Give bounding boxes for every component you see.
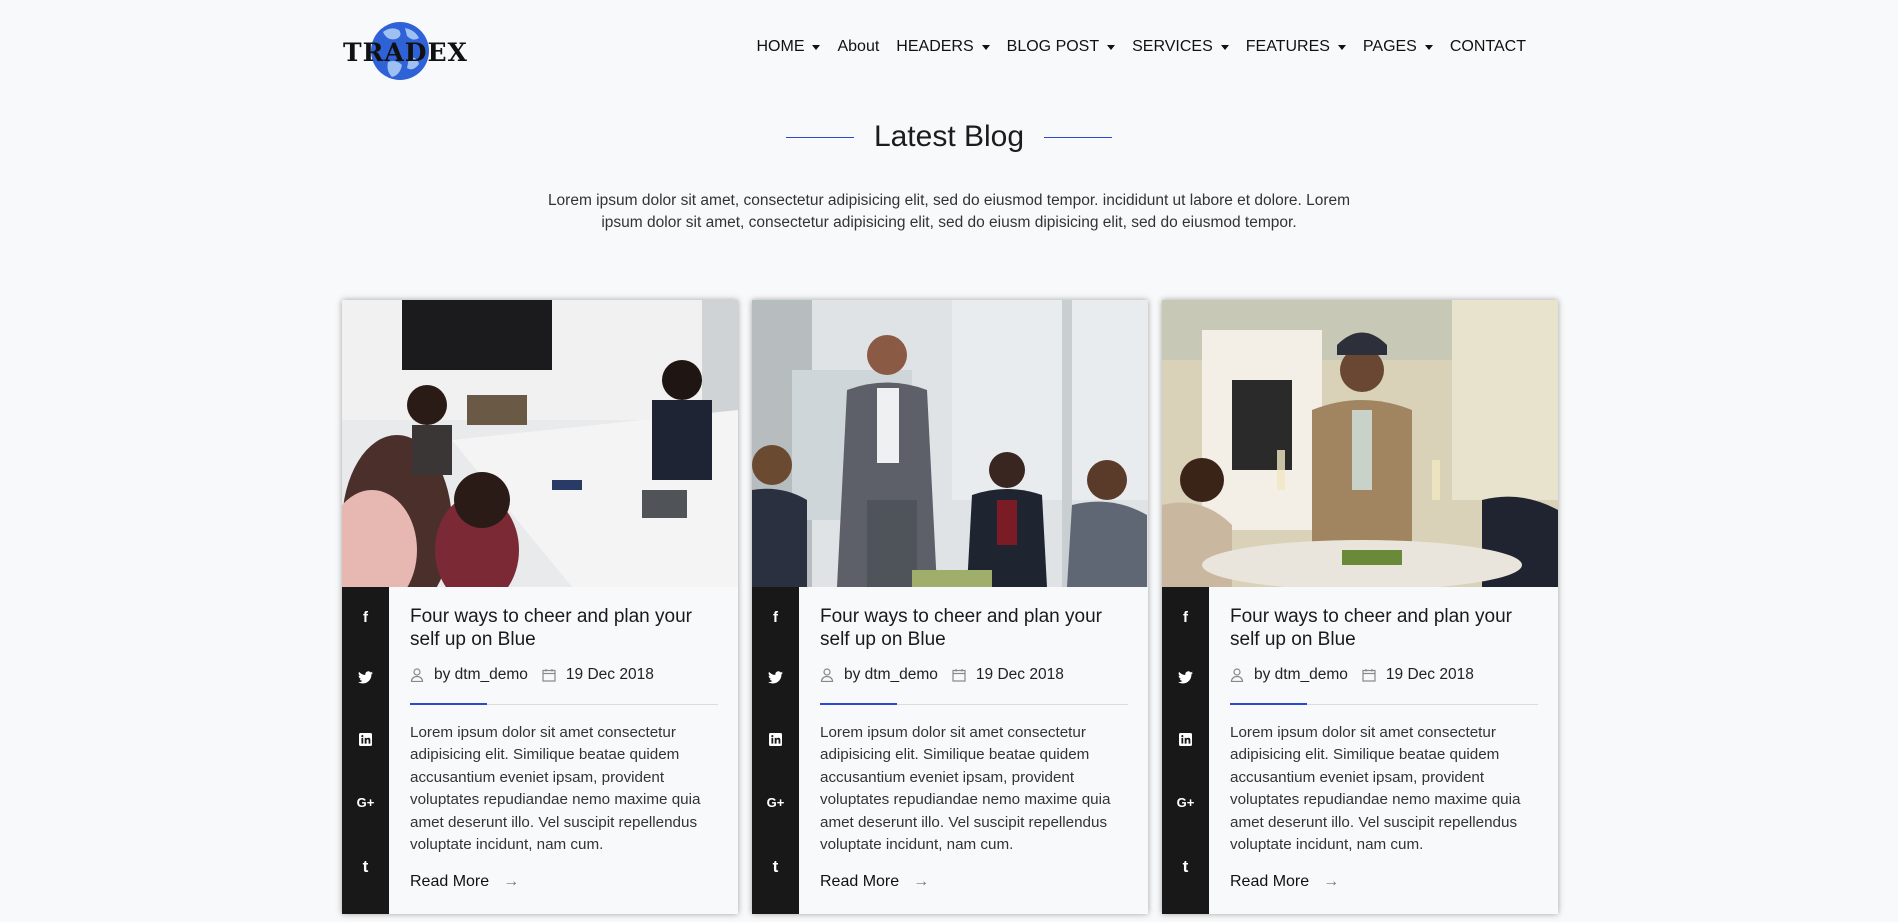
presenter-office-photo <box>752 300 1148 587</box>
heading-divider-right <box>1044 136 1113 138</box>
post-author[interactable]: by dtm_demo <box>434 666 528 684</box>
chevron-down-icon <box>812 45 821 50</box>
facebook-icon[interactable]: f <box>342 609 389 626</box>
tumblr-icon[interactable]: t <box>1162 857 1209 877</box>
nav-blog-post-label: BLOG POST <box>1006 38 1100 55</box>
user-icon <box>410 668 424 682</box>
nav-headers-label: HEADERS <box>896 38 974 55</box>
user-icon <box>1230 668 1244 682</box>
user-icon <box>820 668 834 682</box>
blog-card: f G+ t Four ways to cheer and plan your … <box>752 300 1148 914</box>
post-date: 19 Dec 2018 <box>565 666 654 683</box>
nav-features[interactable]: FEATURES <box>1246 38 1346 56</box>
linkedin-icon[interactable] <box>1162 733 1209 750</box>
chevron-down-icon <box>1220 45 1229 50</box>
logo-text: TRADEX <box>343 38 468 67</box>
post-excerpt: Lorem ipsum dolor sit amet consectetur a… <box>1230 724 1521 854</box>
chevron-down-icon <box>1107 45 1116 50</box>
google-plus-icon[interactable]: G+ <box>342 795 389 810</box>
linkedin-icon[interactable] <box>752 733 799 750</box>
blog-card: f G+ t Four ways to cheer and plan your … <box>1162 300 1558 914</box>
meta-divider-accent <box>1230 703 1307 705</box>
calendar-icon <box>952 669 966 682</box>
calendar-icon <box>1362 669 1376 682</box>
post-title[interactable]: Four ways to cheer and plan your self up… <box>820 605 1128 651</box>
nav-about[interactable]: About <box>837 38 879 56</box>
meta-divider-accent <box>410 703 487 705</box>
post-image[interactable] <box>342 300 738 587</box>
post-title[interactable]: Four ways to cheer and plan your self up… <box>1230 605 1538 651</box>
celebration-toast-photo <box>1162 300 1558 587</box>
post-excerpt: Lorem ipsum dolor sit amet consectetur a… <box>410 724 701 854</box>
read-more-link[interactable]: Read More → <box>1230 873 1339 891</box>
nav-pages[interactable]: PAGES <box>1363 38 1433 56</box>
section-title: Latest Blog <box>873 120 1025 153</box>
tumblr-icon[interactable]: t <box>342 857 389 877</box>
arrow-right-icon: → <box>913 873 930 890</box>
chevron-down-icon <box>1337 45 1346 50</box>
nav-about-label: About <box>837 38 880 55</box>
blog-card-list: f G+ t Four ways to cheer and plan your … <box>342 300 1558 914</box>
social-share-bar: f G+ t <box>342 587 389 914</box>
post-meta: by dtm_demo 19 Dec 2018 <box>820 666 1064 684</box>
post-image[interactable] <box>1162 300 1558 587</box>
chevron-down-icon <box>1424 45 1433 50</box>
twitter-icon[interactable] <box>752 671 799 688</box>
nav-home-label: HOME <box>756 38 805 55</box>
social-share-bar: f G+ t <box>1162 587 1209 914</box>
nav-headers[interactable]: HEADERS <box>896 38 990 56</box>
nav-services[interactable]: SERVICES <box>1132 38 1229 56</box>
calendar-icon <box>542 669 556 682</box>
team-meeting-photo <box>342 300 738 587</box>
post-title[interactable]: Four ways to cheer and plan your self up… <box>410 605 718 651</box>
chevron-down-icon <box>981 45 990 50</box>
arrow-right-icon: → <box>503 873 520 890</box>
post-meta: by dtm_demo 19 Dec 2018 <box>410 666 654 684</box>
nav-pages-label: PAGES <box>1362 38 1417 55</box>
twitter-icon[interactable] <box>342 671 389 688</box>
nav-contact-label: CONTACT <box>1449 38 1526 55</box>
brand-logo[interactable]: TRADEX <box>343 20 468 82</box>
nav-features-label: FEATURES <box>1245 38 1330 55</box>
post-date: 19 Dec 2018 <box>975 666 1064 683</box>
google-plus-icon[interactable]: G+ <box>1162 795 1209 810</box>
section-heading: Latest Blog <box>0 120 1898 154</box>
blog-card: f G+ t Four ways to cheer and plan your … <box>342 300 738 914</box>
nav-contact[interactable]: CONTACT <box>1450 38 1526 56</box>
nav-services-label: SERVICES <box>1132 38 1213 55</box>
linkedin-icon[interactable] <box>342 733 389 750</box>
read-more-label: Read More <box>410 873 490 890</box>
tumblr-icon[interactable]: t <box>752 857 799 877</box>
post-meta: by dtm_demo 19 Dec 2018 <box>1230 666 1474 684</box>
facebook-icon[interactable]: f <box>1162 609 1209 626</box>
nav-home[interactable]: HOME <box>756 38 821 56</box>
read-more-link[interactable]: Read More → <box>410 873 519 891</box>
arrow-right-icon: → <box>1323 873 1340 890</box>
post-date: 19 Dec 2018 <box>1385 666 1474 683</box>
main-navigation: HOME About HEADERS BLOG POST SERVICES FE… <box>739 38 1526 56</box>
read-more-link[interactable]: Read More → <box>820 873 929 891</box>
nav-blog-post[interactable]: BLOG POST <box>1006 38 1116 56</box>
twitter-icon[interactable] <box>1162 671 1209 688</box>
post-image[interactable] <box>752 300 1148 587</box>
read-more-label: Read More <box>820 873 900 890</box>
post-excerpt: Lorem ipsum dolor sit amet consectetur a… <box>820 724 1111 854</box>
google-plus-icon[interactable]: G+ <box>752 795 799 810</box>
heading-divider-left <box>785 136 854 138</box>
meta-divider-accent <box>820 703 897 705</box>
read-more-label: Read More <box>1230 873 1310 890</box>
facebook-icon[interactable]: f <box>752 609 799 626</box>
post-author[interactable]: by dtm_demo <box>844 666 938 684</box>
social-share-bar: f G+ t <box>752 587 799 914</box>
section-intro: Lorem ipsum dolor sit amet, consectetur … <box>547 192 1351 231</box>
post-author[interactable]: by dtm_demo <box>1254 666 1348 684</box>
